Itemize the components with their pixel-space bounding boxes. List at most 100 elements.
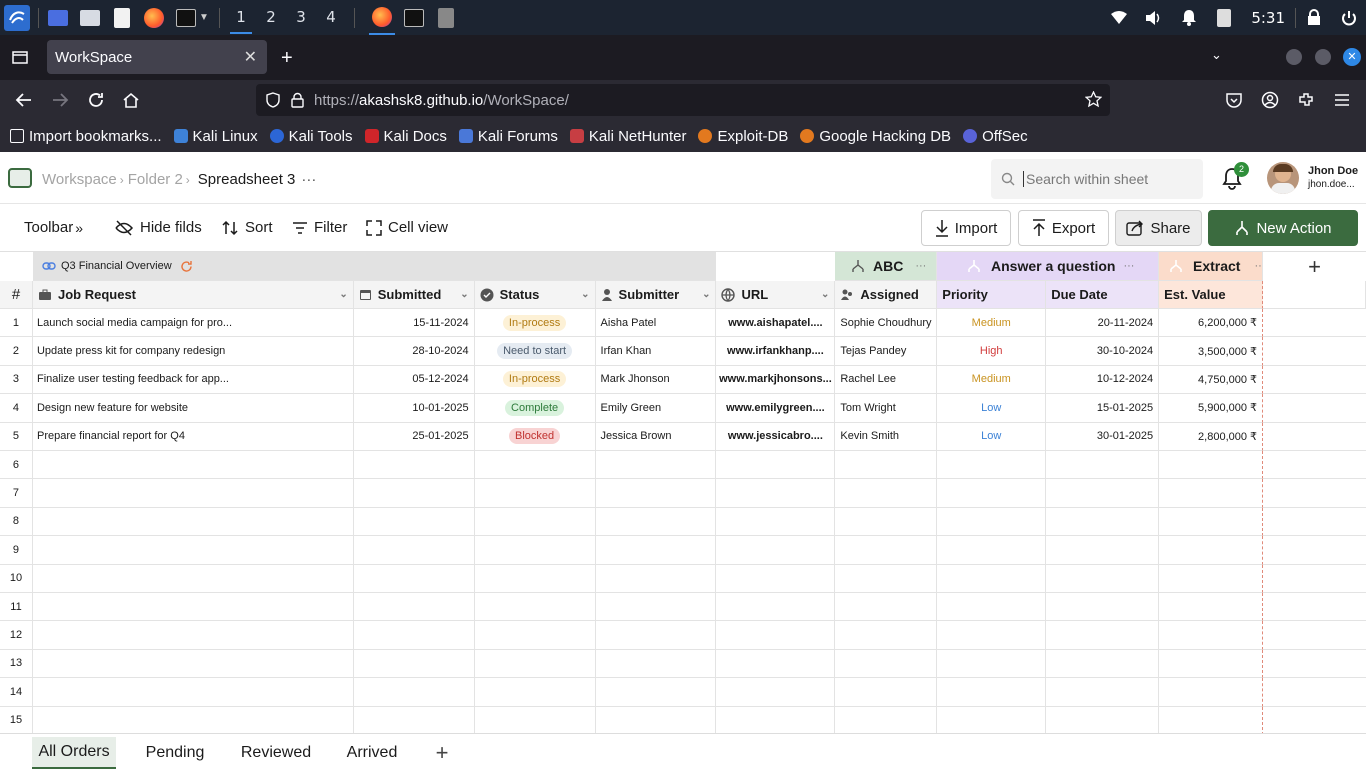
more-icon[interactable]: ··· [301, 171, 316, 188]
empty-cell[interactable] [32, 564, 354, 593]
empty-cell[interactable] [474, 451, 596, 480]
cell-submitted[interactable]: 05-12-2024 [353, 365, 475, 395]
empty-cell[interactable] [596, 706, 717, 733]
workspace-4[interactable]: 4 [316, 0, 346, 35]
sheet-tab-pending[interactable]: Pending [136, 737, 214, 769]
empty-cell[interactable] [835, 536, 938, 565]
cell-job[interactable]: Launch social media campaign for pro... [32, 309, 354, 338]
bookmark-kali-docs[interactable]: Kali Docs [364, 128, 447, 145]
cell-assigned[interactable]: Rachel Lee [835, 365, 938, 395]
empty-cell[interactable] [937, 564, 1047, 593]
column-due-date[interactable]: Due Date [1046, 281, 1160, 309]
empty-cell[interactable] [835, 507, 938, 537]
empty-cell[interactable] [835, 593, 938, 622]
empty-cell[interactable] [32, 621, 354, 650]
new-action-button[interactable]: New Action [1208, 210, 1358, 246]
empty-cell[interactable] [835, 649, 938, 679]
column-url[interactable]: URL ⌄ [716, 281, 836, 309]
cell-priority[interactable]: Low [937, 394, 1047, 423]
breadcrumb-workspace[interactable]: Workspace [42, 171, 117, 188]
bookmark-import[interactable]: Import bookmarks... [10, 128, 162, 145]
cell-value[interactable]: 2,800,000 ₹ [1159, 422, 1264, 451]
bookmark-google-hacking-db[interactable]: Google Hacking DB [800, 128, 951, 145]
empty-cell[interactable] [1046, 706, 1160, 733]
cell-url[interactable]: www.emilygreen.... [716, 394, 836, 423]
chevron-down-icon[interactable]: ▼ [199, 12, 213, 23]
empty-cell[interactable] [835, 621, 938, 650]
account-icon[interactable] [1261, 91, 1279, 109]
cell-status[interactable]: Complete [474, 394, 596, 423]
empty-cell[interactable] [32, 451, 354, 480]
cell-submitted[interactable]: 10-01-2025 [353, 394, 475, 423]
empty-cell[interactable] [475, 706, 596, 733]
cell-submitted[interactable]: 15-11-2024 [353, 309, 475, 338]
network-icon[interactable] [1101, 10, 1136, 25]
cell-status[interactable]: Blocked [474, 422, 596, 451]
empty-cell[interactable] [716, 451, 836, 480]
cell-due[interactable]: 30-01-2025 [1046, 422, 1160, 451]
breadcrumb-folder[interactable]: Folder 2 [128, 171, 183, 188]
browser-tab[interactable]: WorkSpace ✕ [47, 40, 267, 74]
column-assigned[interactable]: Assigned [835, 281, 938, 309]
bookmark-exploit-db[interactable]: Exploit-DB [698, 128, 788, 145]
empty-cell[interactable] [1159, 678, 1264, 707]
table-row[interactable]: 7 [0, 479, 1366, 508]
table-row[interactable]: 6 [0, 451, 1366, 480]
empty-cell[interactable] [716, 507, 836, 537]
empty-cell[interactable] [1046, 621, 1160, 650]
cell-status[interactable]: In-process [474, 365, 596, 395]
empty-cell[interactable] [937, 536, 1047, 565]
workspace-1[interactable]: 1 [226, 0, 256, 35]
cell-view-button[interactable]: Cell view [366, 219, 448, 236]
reload-icon[interactable] [87, 91, 105, 109]
cell-submitter[interactable]: Emily Green [595, 394, 717, 423]
chevron-down-icon[interactable]: ⌄ [581, 289, 589, 300]
desktop-icon[interactable] [45, 5, 71, 31]
cell-assigned[interactable]: Tejas Pandey [835, 337, 938, 366]
cell-due[interactable]: 30-10-2024 [1046, 337, 1160, 366]
cell-url[interactable]: www.irfankhanp.... [716, 337, 836, 366]
empty-cell[interactable] [937, 706, 1047, 733]
add-sheet-button[interactable]: + [426, 737, 458, 769]
cell-job[interactable]: Update press kit for company redesign [32, 337, 354, 366]
empty-cell[interactable] [716, 621, 836, 650]
cell-submitted[interactable]: 28-10-2024 [353, 337, 475, 366]
cell-job[interactable]: Prepare financial report for Q4 [32, 422, 354, 451]
firefox-window-icon[interactable] [369, 0, 395, 35]
empty-cell[interactable] [595, 649, 717, 679]
cell-job[interactable]: Design new feature for website [32, 394, 354, 423]
new-tab-icon[interactable]: + [281, 47, 293, 70]
group-extract[interactable]: Extract ··· [1159, 252, 1263, 281]
workspace-2[interactable]: 2 [256, 0, 286, 35]
address-bar[interactable]: https://akashsk8.github.io/WorkSpace/ [256, 84, 1110, 116]
text-editor-icon[interactable] [109, 5, 135, 31]
back-icon[interactable] [15, 91, 33, 109]
empty-cell[interactable] [1263, 337, 1366, 366]
empty-cell[interactable] [474, 479, 596, 508]
table-row[interactable]: 13 [0, 649, 1366, 679]
table-row[interactable]: 2 Update press kit for company redesign 28… [0, 337, 1366, 366]
empty-cell[interactable] [835, 479, 938, 508]
empty-cell[interactable] [353, 621, 475, 650]
table-row[interactable]: 12 [0, 621, 1366, 650]
empty-cell[interactable] [1046, 564, 1160, 593]
cell-priority[interactable]: Low [937, 422, 1047, 451]
empty-cell[interactable] [1263, 565, 1366, 593]
empty-cell[interactable] [354, 706, 475, 733]
notifications-bell-icon[interactable]: 2 [1221, 162, 1249, 190]
empty-cell[interactable] [1263, 593, 1366, 622]
bookmark-kali-linux[interactable]: Kali Linux [173, 128, 258, 145]
maximize-icon[interactable] [1315, 49, 1331, 65]
empty-cell[interactable] [1263, 707, 1366, 733]
kali-menu-icon[interactable] [4, 4, 30, 31]
empty-cell[interactable] [1159, 621, 1264, 650]
bookmark-offsec[interactable]: OffSec [963, 128, 1028, 145]
empty-cell[interactable] [353, 649, 475, 679]
toolbar-button[interactable]: Toolbar» [24, 219, 83, 236]
empty-cell[interactable] [32, 507, 354, 537]
cell-value[interactable]: 5,900,000 ₹ [1159, 394, 1264, 423]
cell-value[interactable]: 4,750,000 ₹ [1159, 365, 1264, 395]
cell-submitter[interactable]: Irfan Khan [595, 337, 717, 366]
cell-priority[interactable]: High [937, 337, 1047, 366]
empty-cell[interactable] [353, 536, 475, 565]
